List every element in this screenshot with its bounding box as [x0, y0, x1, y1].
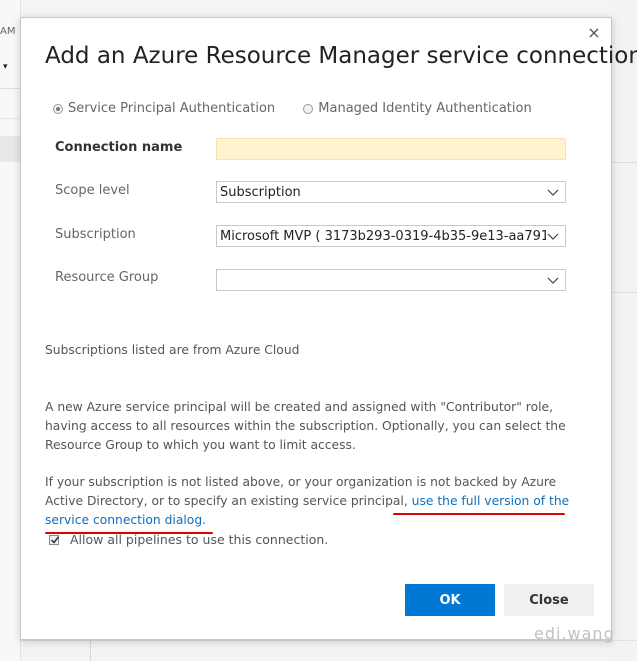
scope-level-label: Scope level	[55, 183, 130, 198]
allow-all-pipelines-label: Allow all pipelines to use this connecti…	[70, 532, 329, 547]
service-connection-dialog: × Add an Azure Resource Manager service …	[20, 17, 637, 640]
watermark: edi.wang	[534, 624, 615, 643]
auth-method-radio-group: Service Principal Authentication Managed…	[53, 101, 556, 118]
service-principal-note: A new Azure service principal will be cr…	[45, 400, 566, 452]
connection-name-label: Connection name	[55, 140, 183, 155]
dialog-title: Add an Azure Resource Manager service co…	[45, 43, 637, 69]
allow-all-pipelines-row[interactable]: Allow all pipelines to use this connecti…	[49, 532, 328, 547]
subscription-value: Microsoft MVP ( 3173b293-0319-4b35-9e13-…	[220, 229, 546, 244]
resource-group-label: Resource Group	[55, 270, 159, 285]
radio-service-principal[interactable]: Service Principal Authentication	[53, 101, 275, 116]
background-label: AM	[0, 26, 16, 37]
scope-level-select[interactable]: Subscription	[216, 181, 566, 203]
background-divider	[90, 640, 91, 661]
radio-selected-icon	[53, 103, 63, 114]
radio-unselected-icon	[303, 103, 314, 114]
radio-managed-identity[interactable]: Managed Identity Authentication	[303, 101, 532, 116]
subscription-label: Subscription	[55, 227, 136, 242]
background-dropdown-caret[interactable]: ▾	[3, 62, 8, 72]
allow-all-pipelines-checkbox[interactable]	[49, 534, 60, 545]
subscription-select[interactable]: Microsoft MVP ( 3173b293-0319-4b35-9e13-…	[216, 225, 566, 247]
background-divider	[0, 118, 20, 119]
connection-name-input[interactable]	[217, 140, 565, 161]
background-sidebar	[0, 0, 21, 661]
chevron-down-icon	[547, 233, 559, 240]
resource-group-select[interactable]	[216, 269, 566, 291]
close-button[interactable]: Close	[504, 584, 594, 616]
checkmark-icon	[50, 535, 60, 544]
background-divider	[0, 88, 20, 89]
connection-name-input-box	[216, 138, 566, 161]
chevron-down-icon	[547, 277, 559, 284]
ok-button[interactable]: OK	[405, 584, 495, 616]
scope-level-value: Subscription	[220, 185, 301, 200]
help-note: If your subscription is not listed above…	[45, 473, 590, 530]
background-selected-row	[0, 136, 20, 162]
annotation-underline	[393, 513, 565, 515]
cloud-note: Subscriptions listed are from Azure Clou…	[45, 343, 300, 357]
chevron-down-icon	[547, 189, 559, 196]
radio-label: Managed Identity Authentication	[318, 101, 532, 116]
radio-label: Service Principal Authentication	[68, 101, 276, 116]
dialog-close-icon[interactable]: ×	[585, 24, 603, 42]
